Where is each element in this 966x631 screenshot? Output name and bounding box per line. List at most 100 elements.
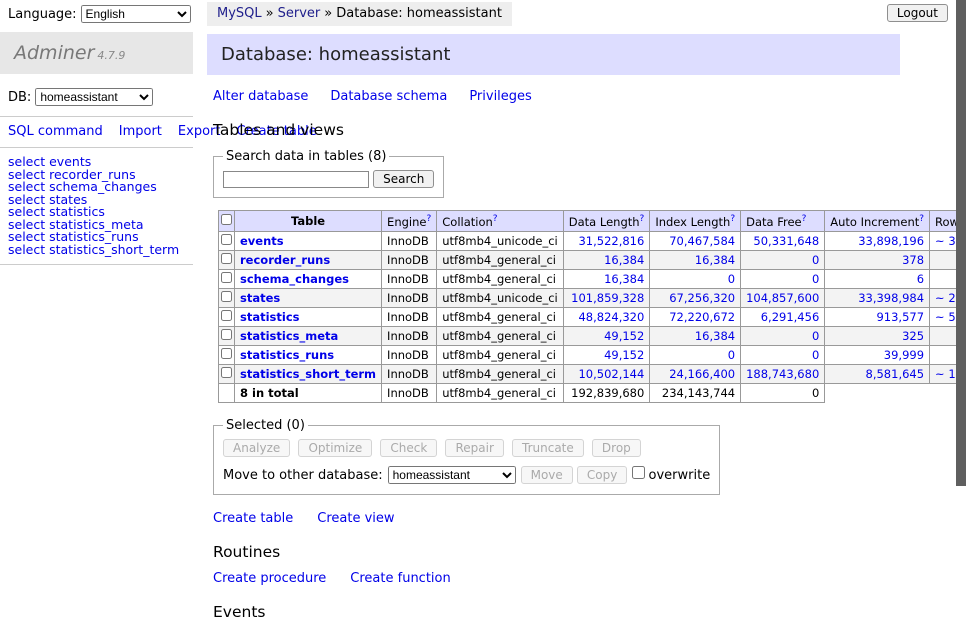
data-length-link[interactable]: 16,384: [604, 272, 644, 286]
row-checkbox[interactable]: [221, 348, 232, 359]
table-link[interactable]: schema_changes: [240, 272, 349, 286]
language-select[interactable]: English: [81, 5, 191, 23]
row-checkbox[interactable]: [221, 291, 232, 302]
index-length-link[interactable]: 16,384: [695, 329, 735, 343]
data-length-link[interactable]: 101,859,328: [571, 291, 644, 305]
breadcrumb-link-mysql[interactable]: MySQL: [217, 6, 262, 21]
create-procedure-link[interactable]: Create procedure: [213, 571, 326, 586]
help-icon[interactable]: ?: [493, 214, 498, 224]
table-link[interactable]: states: [240, 291, 280, 305]
table-link[interactable]: statistics: [240, 310, 300, 324]
move-button[interactable]: Move: [521, 466, 573, 484]
data-free-link[interactable]: 188,743,680: [746, 367, 819, 381]
table-link[interactable]: statistics_short_term: [240, 367, 376, 381]
total-label: 8 in total: [235, 383, 382, 402]
optimize-button[interactable]: Optimize: [298, 439, 372, 457]
table-link[interactable]: statistics_meta: [240, 329, 338, 343]
data-free-link[interactable]: 0: [812, 253, 819, 267]
row-checkbox[interactable]: [221, 253, 232, 264]
auto-increment-link[interactable]: 33,898,196: [858, 234, 924, 248]
row-checkbox[interactable]: [221, 234, 232, 245]
database-schema-link[interactable]: Database schema: [330, 89, 447, 104]
logout-button[interactable]: Logout: [887, 4, 948, 22]
help-icon[interactable]: ?: [640, 214, 645, 224]
row-checkbox[interactable]: [221, 310, 232, 321]
sidebar-item-select-statistics-short-term[interactable]: select statistics_short_term: [8, 244, 185, 257]
data-length-link[interactable]: 16,384: [604, 253, 644, 267]
engine-cell: InnoDB: [382, 307, 437, 326]
routines-heading: Routines: [213, 543, 900, 561]
selected-fieldset: Selected (0) Analyze Optimize Check Repa…: [213, 418, 720, 495]
index-length-link[interactable]: 67,256,320: [669, 291, 735, 305]
row-checkbox[interactable]: [221, 367, 232, 378]
column-header-engine: Engine?: [382, 211, 437, 232]
data-free-link[interactable]: 0: [812, 329, 819, 343]
alter-database-link[interactable]: Alter database: [213, 89, 308, 104]
index-length-link[interactable]: 16,384: [695, 253, 735, 267]
collation-cell: utf8mb4_unicode_ci: [437, 231, 564, 250]
search-input[interactable]: [223, 171, 369, 188]
select-all-checkbox[interactable]: [221, 214, 232, 225]
move-database-select[interactable]: homeassistant: [388, 466, 516, 484]
main-content: MySQL»Server»Database: homeassistant Log…: [207, 0, 900, 631]
index-length-link[interactable]: 70,467,584: [669, 234, 735, 248]
index-length-link[interactable]: 72,220,672: [669, 310, 735, 324]
scrollbar-thumb[interactable]: [956, 0, 966, 486]
data-free-link[interactable]: 0: [812, 348, 819, 362]
data-free-link[interactable]: 50,331,648: [753, 234, 819, 248]
index-length-link[interactable]: 24,166,400: [669, 367, 735, 381]
analyze-button[interactable]: Analyze: [223, 439, 290, 457]
row-checkbox[interactable]: [221, 329, 232, 340]
data-length-link[interactable]: 49,152: [604, 348, 644, 362]
sidebar-link-import[interactable]: Import: [119, 124, 162, 139]
privileges-link[interactable]: Privileges: [469, 89, 532, 104]
data-length-link[interactable]: 10,502,144: [578, 367, 644, 381]
selected-legend: Selected (0): [223, 418, 308, 433]
truncate-button[interactable]: Truncate: [512, 439, 584, 457]
copy-button[interactable]: Copy: [577, 466, 627, 484]
auto-increment-link[interactable]: 378: [902, 253, 924, 267]
data-length-link[interactable]: 31,522,816: [578, 234, 644, 248]
drop-button[interactable]: Drop: [592, 439, 641, 457]
create-function-link[interactable]: Create function: [350, 571, 450, 586]
breadcrumb-link-server[interactable]: Server: [278, 6, 321, 21]
data-length-link[interactable]: 48,824,320: [578, 310, 644, 324]
data-free-link[interactable]: 0: [812, 272, 819, 286]
column-header-auto-increment: Auto Increment?: [825, 211, 930, 232]
auto-increment-link[interactable]: 6: [917, 272, 924, 286]
auto-increment-link[interactable]: 913,577: [876, 310, 924, 324]
app-title: Adminer4.7.9: [0, 32, 193, 74]
db-select[interactable]: homeassistant: [35, 88, 153, 106]
auto-increment-link[interactable]: 8,581,645: [866, 367, 925, 381]
table-link[interactable]: statistics_runs: [240, 348, 334, 362]
table-link[interactable]: recorder_runs: [240, 253, 330, 267]
create-table-link[interactable]: Create table: [213, 511, 293, 526]
table-header-row: Table Engine? Collation? Data Length? In…: [219, 211, 966, 232]
data-free-link[interactable]: 104,857,600: [746, 291, 819, 305]
engine-cell: InnoDB: [382, 231, 437, 250]
auto-increment-link[interactable]: 39,999: [884, 348, 924, 362]
create-view-link[interactable]: Create view: [317, 511, 394, 526]
auto-increment-link[interactable]: 33,398,984: [858, 291, 924, 305]
data-length-link[interactable]: 49,152: [604, 329, 644, 343]
table-link[interactable]: events: [240, 234, 284, 248]
index-length-link[interactable]: 0: [728, 348, 735, 362]
tables-and-views-heading: Tables and views: [213, 121, 900, 139]
repair-button[interactable]: Repair: [445, 439, 503, 457]
help-icon[interactable]: ?: [919, 214, 924, 224]
help-icon[interactable]: ?: [426, 214, 431, 224]
row-checkbox[interactable]: [221, 272, 232, 283]
data-free-link[interactable]: 6,291,456: [761, 310, 820, 324]
help-icon[interactable]: ?: [802, 214, 807, 224]
auto-increment-link[interactable]: 325: [902, 329, 924, 343]
help-icon[interactable]: ?: [730, 214, 735, 224]
total-empty-cell: [219, 383, 235, 402]
scrollbar-track[interactable]: [956, 0, 966, 543]
search-button[interactable]: Search: [373, 170, 434, 188]
check-button[interactable]: Check: [380, 439, 437, 457]
index-length-link[interactable]: 0: [728, 272, 735, 286]
sidebar-link-sql-command[interactable]: SQL command: [8, 124, 103, 139]
engine-cell: InnoDB: [382, 288, 437, 307]
column-header-table: Table: [235, 211, 382, 232]
overwrite-checkbox[interactable]: [632, 466, 645, 479]
